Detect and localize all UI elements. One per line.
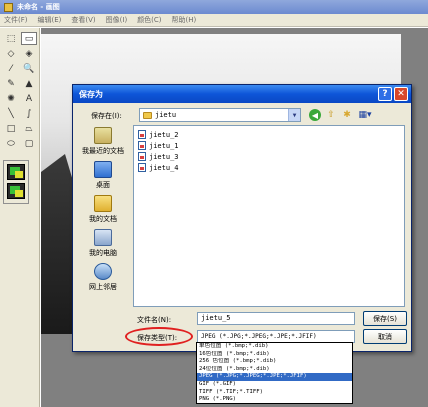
up-folder-icon[interactable]: ⇧ [325,109,337,121]
save-button[interactable]: 保存(S) [363,311,407,326]
places-bar: 我最近的文档 桌面我的文档我的电脑网上邻居 [79,125,127,313]
menu-help[interactable]: 帮助(H) [172,15,197,25]
rounded-rect-tool-icon[interactable]: ▢ [21,137,37,150]
place-item[interactable]: 桌面 [79,161,127,190]
save-in-combo[interactable]: jietu ▼ [139,108,301,122]
free-select-tool-icon[interactable]: ⬚ [3,32,19,45]
place-label: 桌面 [96,181,110,189]
my-computer-icon [94,229,112,246]
line-tool-icon[interactable]: ╲ [3,107,19,120]
paint-menubar: 文件(F) 编辑(E) 查看(V) 图像(I) 颜色(C) 帮助(H) [0,14,428,27]
filetype-option[interactable]: 16色位图 (*.bmp;*.dib) [197,351,352,359]
filetype-option[interactable]: 24位位图 (*.bmp;*.dib) [197,366,352,374]
menu-edit[interactable]: 编辑(E) [38,15,62,25]
file-name: jietu_1 [149,141,179,150]
chevron-down-icon[interactable]: ▼ [288,109,300,121]
file-name: jietu_4 [149,163,179,172]
image-file-icon [138,130,146,139]
filename-input[interactable]: jietu_5 [197,312,355,325]
desktop-icon [94,161,112,178]
magnifier-tool-icon[interactable]: 🔍 [21,62,37,75]
menu-image[interactable]: 图像(I) [106,15,128,25]
place-label: 我的电脑 [89,249,117,257]
filetype-option[interactable]: GIF (*.GIF) [197,381,352,389]
airbrush-tool-icon[interactable]: ✺ [3,92,19,105]
text-tool-icon[interactable]: A [21,92,37,105]
eraser-tool-icon[interactable]: ◇ [3,47,19,60]
dialog-title: 保存为 [79,89,103,99]
ellipse-tool-icon[interactable]: ⬭ [3,137,19,150]
file-item[interactable]: jietu_1 [138,140,400,151]
my-documents-icon [94,195,112,212]
file-name: jietu_3 [149,152,179,161]
place-item[interactable]: 网上邻居 [79,263,127,292]
file-item[interactable]: jietu_3 [138,151,400,162]
place-item[interactable]: 我最近的文档 [79,127,127,156]
nav-toolbar: ◀ ⇧ ✱ ▦▾ [309,109,373,121]
filetype-option[interactable]: TIFF (*.TIF;*.TIFF) [197,389,352,397]
file-item[interactable]: jietu_2 [138,129,400,140]
paint-toolbox: ⬚ ▭ ◇ ◈ ⁄ 🔍 ✎ ▲ ✺ A ╲ ∫ □ ⏢ ⬭ ▢ [0,28,40,407]
dialog-titlebar: 保存为 ? ✕ [73,85,411,103]
pencil-tool-icon[interactable]: ✎ [3,77,19,90]
image-file-icon [138,152,146,161]
folder-icon [143,111,152,119]
paint-title: 未命名 - 画图 [17,3,60,11]
recent-documents-icon [94,127,112,144]
cancel-button[interactable]: 取消 [363,329,407,344]
save-as-dialog: 保存为 ? ✕ 保存在(I): jietu ▼ ◀ ⇧ ✱ ▦▾ 我最近的文档桌… [72,84,412,352]
paint-app-icon [4,2,13,12]
file-name: jietu_2 [149,130,179,139]
menu-view[interactable]: 查看(V) [71,15,95,25]
fill-tool-icon[interactable]: ◈ [21,47,37,60]
menu-file[interactable]: 文件(F) [4,15,28,25]
filetype-highlight-circle [125,327,193,346]
network-places-icon [94,263,112,280]
filetype-dropdown-list: 单色位图 (*.bmp;*.dib) 16色位图 (*.bmp;*.dib) 256… [196,342,353,404]
place-label: 我最近的文档 [82,147,124,155]
polygon-tool-icon[interactable]: ⏢ [21,122,37,135]
color-picker-tool-icon[interactable]: ⁄ [3,62,19,75]
draw-opaque-option-icon[interactable] [7,164,25,180]
place-item[interactable]: 我的电脑 [79,229,127,258]
tool-grid: ⬚ ▭ ◇ ◈ ⁄ 🔍 ✎ ▲ ✺ A ╲ ∫ □ ⏢ ⬭ ▢ [0,28,39,154]
save-in-value: jietu [155,111,177,119]
close-button[interactable]: ✕ [394,87,408,101]
tool-options-box [3,160,29,204]
curve-tool-icon[interactable]: ∫ [21,107,37,120]
filetype-option[interactable]: 256 色位图 (*.bmp;*.dib) [197,358,352,366]
help-button[interactable]: ? [378,87,392,101]
views-menu-icon[interactable]: ▦▾ [357,109,373,121]
paint-titlebar: 未命名 - 画图 [0,0,428,14]
image-file-icon [138,141,146,150]
place-item[interactable]: 我的文档 [79,195,127,224]
rect-select-tool-icon[interactable]: ▭ [21,32,37,45]
place-label: 网上邻居 [89,283,117,291]
save-in-label: 保存在(I): [91,112,122,120]
place-label: 我的文档 [89,215,117,223]
filename-label: 文件名(N): [137,316,172,324]
draw-transparent-option-icon[interactable] [7,183,25,199]
rectangle-tool-icon[interactable]: □ [3,122,19,135]
new-folder-icon[interactable]: ✱ [341,109,353,121]
filetype-option[interactable]: 单色位图 (*.bmp;*.dib) [197,343,352,351]
file-list[interactable]: jietu_2 jietu_1 jietu_3 jietu_4 [133,125,405,307]
back-icon[interactable]: ◀ [309,109,321,121]
brush-tool-icon[interactable]: ▲ [21,77,37,90]
filetype-option[interactable]: JPEG (*.JPG;*.JPEG;*.JPE;*.JFIF) [197,373,352,381]
filetype-option[interactable]: PNG (*.PNG) [197,396,352,404]
menu-colors[interactable]: 颜色(C) [137,15,161,25]
file-item[interactable]: jietu_4 [138,162,400,173]
image-file-icon [138,163,146,172]
